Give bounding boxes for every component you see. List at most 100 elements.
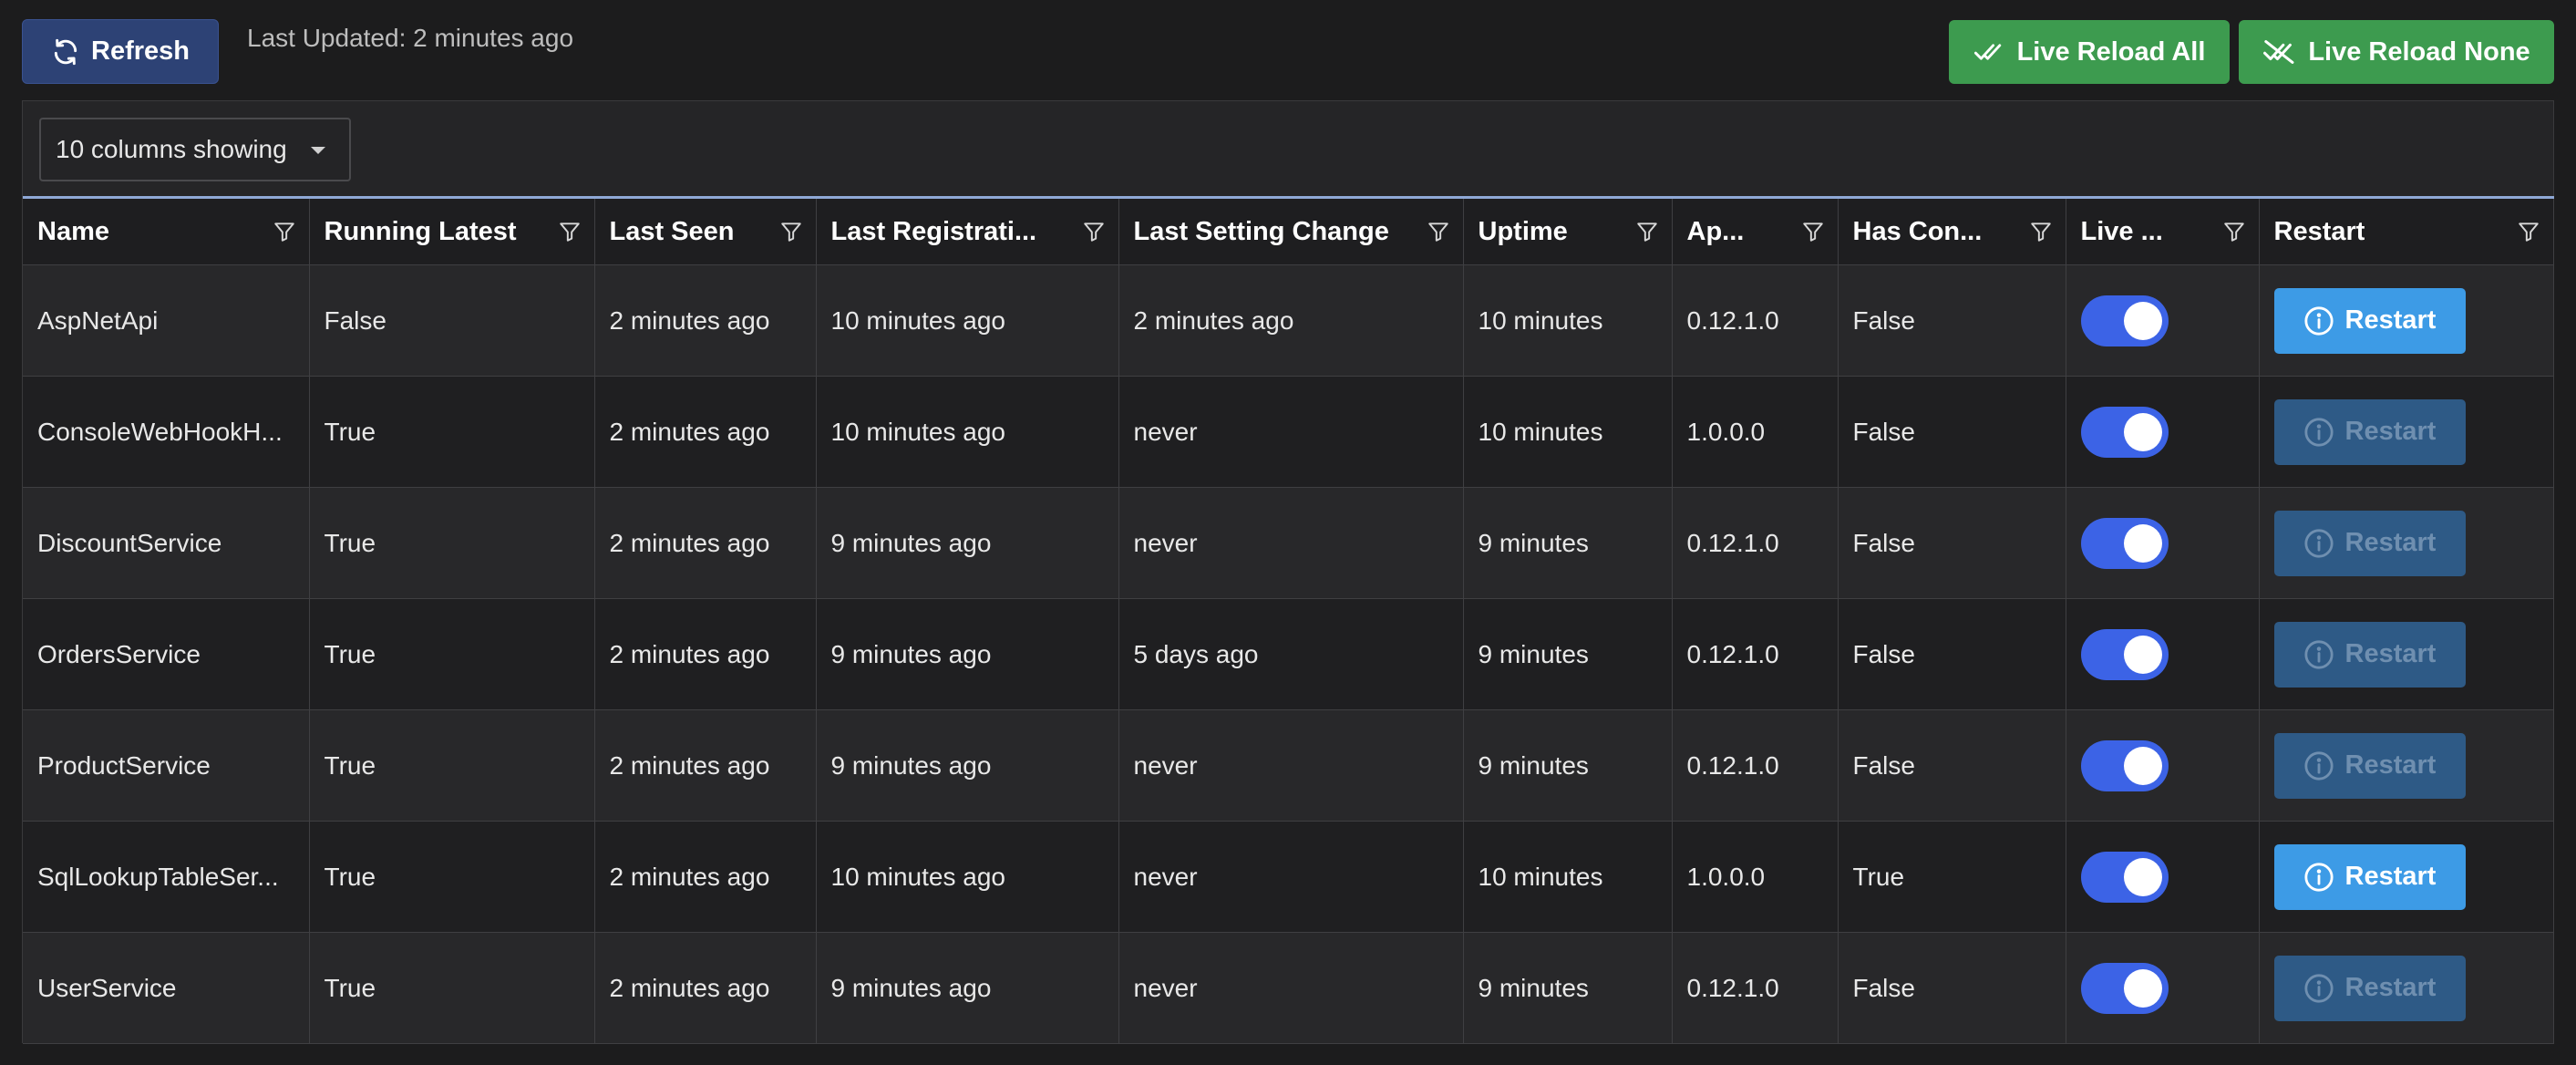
filter-icon[interactable] xyxy=(2222,220,2246,243)
column-header-last-setting-change[interactable]: Last Setting Change xyxy=(1118,197,1464,265)
live-reload-none-button[interactable]: Live Reload None xyxy=(2239,20,2554,84)
column-header-name[interactable]: Name xyxy=(23,197,310,265)
filter-icon[interactable] xyxy=(2029,220,2053,243)
cell-app-version: 0.12.1.0 xyxy=(1672,709,1839,822)
toggle-knob xyxy=(2123,857,2162,896)
cell-app-version: 0.12.1.0 xyxy=(1672,598,1839,710)
info-icon xyxy=(2303,973,2334,1003)
cell-last-seen: 2 minutes ago xyxy=(594,487,817,599)
filter-icon[interactable] xyxy=(558,220,582,243)
double-check-icon xyxy=(1973,44,2001,60)
columns-selector-label: 10 columns showing xyxy=(56,135,287,163)
services-table: Name Running Latest Last Seen Last Registra… xyxy=(23,196,2554,1044)
cell-last-seen: 2 minutes ago xyxy=(594,932,817,1044)
cell-last-seen: 2 minutes ago xyxy=(594,709,817,822)
live-reload-all-button[interactable]: Live Reload All xyxy=(1949,20,2230,84)
cell-name: ProductService xyxy=(23,709,310,822)
column-header-uptime[interactable]: Uptime xyxy=(1463,197,1673,265)
refresh-button[interactable]: Refresh xyxy=(22,19,219,84)
filter-icon[interactable] xyxy=(1082,220,1106,243)
column-header-last-registration[interactable]: Last Registrati... xyxy=(816,197,1119,265)
restart-button[interactable]: Restart xyxy=(2273,843,2466,910)
info-icon xyxy=(2303,305,2334,336)
info-icon xyxy=(2303,417,2334,447)
cell-last-setting-change: never xyxy=(1118,376,1464,488)
cell-app-version: 1.0.0.0 xyxy=(1672,376,1839,488)
cell-name: UserService xyxy=(23,932,310,1044)
cell-uptime: 10 minutes xyxy=(1463,821,1673,933)
cell-uptime: 9 minutes xyxy=(1463,598,1673,710)
filter-icon[interactable] xyxy=(1801,220,1825,243)
cell-live-reload xyxy=(2066,487,2260,599)
column-header-has-config[interactable]: Has Con... xyxy=(1838,197,2066,265)
live-reload-toggle[interactable] xyxy=(2080,295,2169,346)
cell-app-version: 0.12.1.0 xyxy=(1672,932,1839,1044)
cell-last-registration: 9 minutes ago xyxy=(816,598,1119,710)
filter-icon[interactable] xyxy=(779,220,803,243)
cell-running-latest: True xyxy=(309,709,595,822)
table-row: UserService True 2 minutes ago 9 minutes ag… xyxy=(23,932,2554,1044)
info-icon xyxy=(2303,639,2334,669)
cell-last-registration: 9 minutes ago xyxy=(816,932,1119,1044)
live-reload-all-label: Live Reload All xyxy=(2016,36,2206,67)
restart-label: Restart xyxy=(2344,417,2437,446)
column-header-label: Running Latest xyxy=(324,216,517,246)
column-header-app-version[interactable]: Ap... xyxy=(1672,197,1839,265)
cell-last-setting-change: never xyxy=(1118,709,1464,822)
last-updated-text: Last Updated: 2 minutes ago xyxy=(247,24,574,52)
cell-app-version: 0.12.1.0 xyxy=(1672,487,1839,599)
table-header-row: Name Running Latest Last Seen Last Registra… xyxy=(23,197,2554,265)
filter-icon[interactable] xyxy=(2517,220,2540,243)
refresh-label: Refresh xyxy=(91,36,190,66)
filter-icon[interactable] xyxy=(1427,220,1450,243)
toggle-knob xyxy=(2123,301,2162,340)
columns-selector[interactable]: 10 columns showing xyxy=(39,118,351,181)
restart-label: Restart xyxy=(2344,862,2437,891)
table-row: ConsoleWebHookH... True 2 minutes ago 10 mi… xyxy=(23,376,2554,488)
live-reload-toggle[interactable] xyxy=(2080,962,2169,1014)
toggle-knob xyxy=(2123,412,2162,451)
column-header-live-reload[interactable]: Live ... xyxy=(2066,197,2260,265)
cell-running-latest: True xyxy=(309,821,595,933)
cell-last-setting-change: never xyxy=(1118,487,1464,599)
cell-name: DiscountService xyxy=(23,487,310,599)
table-row: ProductService True 2 minutes ago 9 minutes… xyxy=(23,709,2554,822)
cell-has-config: False xyxy=(1838,598,2066,710)
filter-icon[interactable] xyxy=(1635,220,1659,243)
column-header-label: Last Registrati... xyxy=(830,216,1037,246)
column-header-running-latest[interactable]: Running Latest xyxy=(309,197,595,265)
toggle-knob xyxy=(2123,635,2162,674)
column-header-restart[interactable]: Restart xyxy=(2259,197,2554,265)
restart-button: Restart xyxy=(2273,732,2466,799)
cell-live-reload xyxy=(2066,821,2260,933)
table-row: OrdersService True 2 minutes ago 9 minutes … xyxy=(23,598,2554,710)
live-reload-toggle[interactable] xyxy=(2080,628,2169,680)
info-icon xyxy=(2303,750,2334,781)
cell-last-seen: 2 minutes ago xyxy=(594,376,817,488)
restart-button[interactable]: Restart xyxy=(2273,287,2466,354)
services-panel: 10 columns showing Name Running Latest Las… xyxy=(22,100,2554,1044)
cell-has-config: False xyxy=(1838,932,2066,1044)
cell-has-config: False xyxy=(1838,487,2066,599)
restart-label: Restart xyxy=(2344,639,2437,668)
filter-icon[interactable] xyxy=(273,220,296,243)
caret-down-icon xyxy=(310,147,325,154)
cell-restart: Restart xyxy=(2259,932,2554,1044)
live-reload-toggle[interactable] xyxy=(2080,406,2169,458)
cell-running-latest: False xyxy=(309,264,595,377)
toggle-knob xyxy=(2123,523,2162,563)
restart-label: Restart xyxy=(2344,528,2437,557)
live-reload-toggle[interactable] xyxy=(2080,739,2169,791)
cell-uptime: 9 minutes xyxy=(1463,709,1673,822)
cell-name: OrdersService xyxy=(23,598,310,710)
column-header-label: Name xyxy=(37,216,109,246)
cell-uptime: 9 minutes xyxy=(1463,932,1673,1044)
cell-uptime: 9 minutes xyxy=(1463,487,1673,599)
cell-last-registration: 10 minutes ago xyxy=(816,376,1119,488)
restart-button: Restart xyxy=(2273,955,2466,1021)
column-header-last-seen[interactable]: Last Seen xyxy=(594,197,817,265)
live-reload-toggle[interactable] xyxy=(2080,851,2169,903)
cell-has-config: False xyxy=(1838,376,2066,488)
column-header-label: Ap... xyxy=(1686,216,1745,246)
live-reload-toggle[interactable] xyxy=(2080,517,2169,569)
